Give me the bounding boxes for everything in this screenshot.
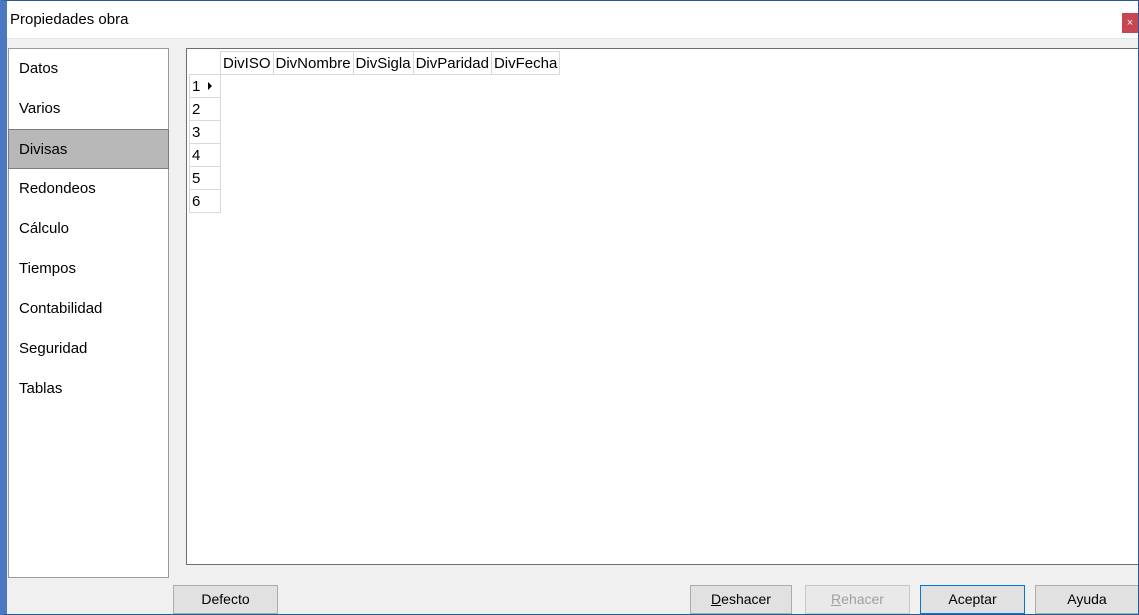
title-bar[interactable]: Propiedades obra × [7, 1, 1138, 39]
grid-corner [189, 51, 221, 75]
ayuda-button[interactable]: Ayuda [1035, 585, 1138, 614]
table-row[interactable]: 3 [189, 120, 560, 144]
sidebar-item-label: Redondeos [19, 180, 96, 197]
window-title: Propiedades obra [10, 11, 129, 28]
deshacer-button[interactable]: Deshacer [690, 585, 792, 614]
sidebar-item-label: Tablas [19, 380, 63, 397]
row-header[interactable]: 3 [189, 120, 221, 144]
column-header-divparidad[interactable]: DivParidad [412, 51, 492, 75]
button-label: ehacer [841, 591, 884, 607]
button-label: eshacer [721, 591, 771, 607]
sidebar-item-redondeos[interactable]: Redondeos [9, 169, 168, 209]
row-header[interactable]: 2 [189, 97, 221, 121]
row-cells[interactable] [221, 167, 560, 190]
table-row[interactable]: 5 [189, 166, 560, 190]
row-header[interactable]: 1 [189, 74, 221, 98]
row-header[interactable]: 6 [189, 189, 221, 213]
properties-dialog: Propiedades obra × Datos Varios Divisas … [0, 0, 1139, 615]
column-header-divfecha[interactable]: DivFecha [490, 51, 561, 75]
row-number: 6 [192, 192, 201, 210]
row-number: 1 [192, 77, 201, 95]
row-number: 3 [192, 123, 201, 141]
sidebar-item-varios[interactable]: Varios [9, 89, 168, 129]
table-row[interactable]: 4 [189, 143, 560, 167]
accelerator-key: D [711, 591, 722, 607]
sidebar-item-tablas[interactable]: Tablas [9, 369, 168, 409]
current-row-icon [208, 82, 212, 90]
defecto-button[interactable]: Defecto [173, 585, 278, 614]
data-grid-panel[interactable]: DivISO DivNombre DivSigla DivParidad Div… [186, 48, 1138, 565]
column-header-divsigla[interactable]: DivSigla [352, 51, 414, 75]
sidebar-item-label: Cálculo [19, 220, 70, 237]
table-row[interactable]: 2 [189, 97, 560, 121]
row-cells[interactable] [221, 75, 560, 98]
aceptar-button[interactable]: Aceptar [920, 585, 1025, 614]
column-header-diviso[interactable]: DivISO [220, 51, 274, 75]
sidebar-item-divisas[interactable]: Divisas [8, 129, 169, 169]
table-row[interactable]: 1 [189, 74, 560, 98]
sidebar-item-tiempos[interactable]: Tiempos [9, 249, 168, 289]
row-cells[interactable] [221, 98, 560, 121]
row-number: 2 [192, 100, 201, 118]
sidebar-item-label: Tiempos [19, 260, 76, 277]
button-bar: Defecto Deshacer Rehacer Aceptar Ayuda [7, 578, 1138, 614]
sidebar-item-label: Seguridad [19, 340, 88, 357]
sidebar-nav: Datos Varios Divisas Redondeos Cálculo T… [8, 48, 169, 578]
sidebar-item-contabilidad[interactable]: Contabilidad [9, 289, 168, 329]
row-header[interactable]: 4 [189, 143, 221, 167]
sidebar-item-datos[interactable]: Datos [9, 49, 168, 89]
sidebar-item-seguridad[interactable]: Seguridad [9, 329, 168, 369]
row-cells[interactable] [221, 144, 560, 167]
sidebar-item-label: Varios [19, 100, 61, 117]
row-number: 5 [192, 169, 201, 187]
row-cells[interactable] [221, 190, 560, 213]
row-number: 4 [192, 146, 201, 164]
close-icon: × [1126, 17, 1134, 29]
currency-grid: DivISO DivNombre DivSigla DivParidad Div… [189, 51, 561, 213]
sidebar-item-label: Contabilidad [19, 300, 103, 317]
table-row[interactable]: 6 [189, 189, 560, 213]
rehacer-button[interactable]: Rehacer [805, 585, 910, 614]
close-button[interactable]: × [1122, 13, 1138, 33]
row-cells[interactable] [221, 121, 560, 144]
grid-header-row: DivISO DivNombre DivSigla DivParidad Div… [189, 51, 561, 75]
accelerator-key: R [831, 591, 842, 607]
column-header-divnombre[interactable]: DivNombre [272, 51, 354, 75]
sidebar-item-calculo[interactable]: Cálculo [9, 209, 168, 249]
sidebar-item-label: Divisas [19, 141, 68, 158]
sidebar-item-label: Datos [19, 60, 59, 77]
row-header[interactable]: 5 [189, 166, 221, 190]
